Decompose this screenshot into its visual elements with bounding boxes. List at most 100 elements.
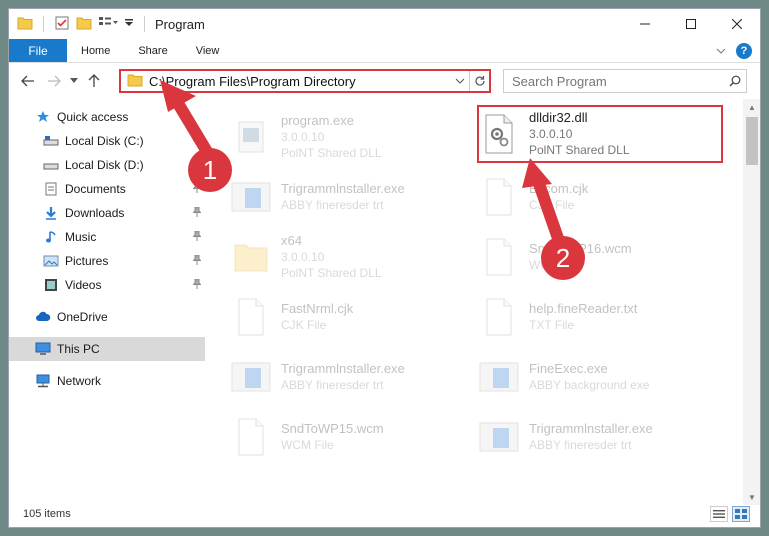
sidebar-item-onedrive[interactable]: OneDrive: [9, 305, 205, 329]
file-item-fineexec-exe[interactable]: FineExec.exe ABBY background exe: [479, 349, 719, 405]
file-item-bscom-cjk[interactable]: Bscom.cjk CJK File: [479, 169, 719, 225]
sidebar-item-quick-access[interactable]: Quick access: [9, 105, 205, 129]
file-name: dlldir32.dll: [529, 110, 588, 125]
sidebar-item-label: Music: [65, 230, 97, 244]
recent-locations-dropdown[interactable]: [67, 69, 81, 93]
toolbar-divider: [144, 16, 145, 32]
minimize-button[interactable]: [622, 9, 668, 39]
installer-icon: [231, 355, 271, 399]
exe-icon: [231, 115, 271, 159]
file-item-fastnrml-cjk[interactable]: FastNrml.cjk CJK File: [231, 289, 471, 345]
file-description: TXT File: [529, 318, 575, 332]
sidebar-item-this-pc[interactable]: This PC: [9, 337, 205, 361]
tiles-view-icon[interactable]: [732, 506, 750, 522]
file-description: PolNT Shared DLL: [281, 146, 382, 160]
file-name: FineExec.exe: [529, 361, 608, 376]
music-icon: [43, 229, 59, 245]
pin-icon[interactable]: [192, 230, 202, 244]
file-item-trigramm-installer[interactable]: Trigrammlnstaller.exe ABBY fineresder tr…: [231, 169, 471, 225]
file-name: Trigrammlnstaller.exe: [281, 181, 405, 196]
address-bar[interactable]: C:\Program Files\Program Directory: [119, 69, 491, 93]
pin-icon[interactable]: [192, 134, 202, 148]
file-item-trigramm-installer[interactable]: Trigrammlnstaller.exe ABBY fineresder tr…: [479, 409, 719, 465]
sidebar-item-videos[interactable]: Videos: [9, 273, 205, 297]
refresh-button[interactable]: [469, 71, 489, 91]
tab-home[interactable]: Home: [67, 39, 124, 62]
scroll-thumb[interactable]: [746, 117, 758, 165]
view-options-icon[interactable]: [98, 16, 118, 33]
sidebar-item-documents[interactable]: Documents: [9, 177, 205, 201]
sidebar-item-label: Quick access: [57, 110, 129, 124]
search-icon[interactable]: [724, 75, 746, 87]
file-item-dlldir32-dll[interactable]: dlldir32.dll 3.0.0.10 PolNT Shared DLL: [477, 105, 723, 163]
address-path[interactable]: C:\Program Files\Program Directory: [149, 74, 451, 89]
blank-file-icon: [479, 235, 519, 279]
vertical-scrollbar[interactable]: ▲ ▼: [743, 99, 760, 505]
computer-icon: [35, 341, 51, 357]
file-description: PolNT Shared DLL: [529, 143, 630, 157]
back-button[interactable]: [15, 69, 41, 93]
pin-icon[interactable]: [192, 206, 202, 220]
file-item-program-exe[interactable]: program.exe 3.0.0.10 PolNT Shared DLL: [231, 109, 471, 165]
downloads-icon: [43, 205, 59, 221]
dll-gear-icon: [479, 112, 519, 156]
file-description: WCM File: [281, 438, 334, 452]
installer-icon: [479, 355, 519, 399]
new-folder-icon[interactable]: [76, 16, 92, 33]
file-version: 3.0.0.10: [529, 127, 573, 141]
customize-toolbar-dropdown-icon[interactable]: [124, 17, 134, 31]
file-tab[interactable]: File: [9, 39, 67, 62]
file-item-trigramm-installer[interactable]: Trigrammlnstaller.exe ABBY fineresder tr…: [231, 349, 471, 405]
up-button[interactable]: [81, 69, 107, 93]
scroll-up-arrow-icon[interactable]: ▲: [743, 99, 760, 115]
sidebar-item-label: Documents: [65, 182, 126, 196]
sidebar-item-network[interactable]: Network: [9, 369, 205, 393]
properties-icon[interactable]: [54, 15, 70, 34]
quick-access-toolbar: [9, 15, 149, 34]
sidebar-item-pictures[interactable]: Pictures: [9, 249, 205, 273]
maximize-button[interactable]: [668, 9, 714, 39]
item-count: 105 items: [23, 508, 71, 520]
file-version: 3.0.0.10: [281, 130, 325, 144]
file-name: Bscom.cjk: [529, 181, 589, 196]
file-name: Trigrammlnstaller.exe: [529, 421, 653, 436]
file-item-help-finereader-txt[interactable]: help.fineReader.txt TXT File: [479, 289, 719, 345]
details-view-icon[interactable]: [710, 506, 728, 522]
sidebar-item-local-disk-c[interactable]: Local Disk (C:): [9, 129, 205, 153]
file-description: ABBY fineresder trt: [529, 438, 632, 452]
pin-icon[interactable]: [192, 254, 202, 268]
help-icon[interactable]: ?: [736, 42, 752, 59]
address-history-dropdown-icon[interactable]: [451, 75, 469, 87]
sidebar-item-downloads[interactable]: Downloads: [9, 201, 205, 225]
file-description: ABBY fineresder trt: [281, 198, 384, 212]
expand-ribbon-chevron-icon[interactable]: [716, 44, 726, 58]
folder-icon[interactable]: [17, 16, 33, 33]
close-button[interactable]: [714, 9, 760, 39]
search-box[interactable]: [503, 69, 747, 93]
star-icon: [35, 109, 51, 125]
file-item-sndtowp16-wcm[interactable]: SndToWP16.wcm WCM File: [479, 229, 719, 285]
videos-icon: [43, 277, 59, 293]
sidebar-item-music[interactable]: Music: [9, 225, 205, 249]
file-list: program.exe 3.0.0.10 PolNT Shared DLL dl…: [215, 99, 740, 499]
tab-view[interactable]: View: [182, 39, 234, 62]
network-icon: [35, 373, 51, 389]
file-name: Trigrammlnstaller.exe: [281, 361, 405, 376]
window-controls: [622, 9, 760, 39]
pin-icon[interactable]: [192, 278, 202, 292]
file-description: CJK File: [529, 198, 575, 212]
sidebar-item-label: Local Disk (D:): [65, 158, 144, 172]
ribbon-right-controls: ?: [716, 39, 760, 62]
ribbon-tabs: File Home Share View ?: [9, 39, 760, 63]
navigation-bar: C:\Program Files\Program Directory: [9, 67, 760, 95]
file-item-x64-folder[interactable]: x64 3.0.0.10 PolNT Shared DLL: [231, 229, 471, 285]
file-name: program.exe: [281, 113, 354, 128]
search-input[interactable]: [504, 71, 724, 91]
file-item-sndtowp15-wcm[interactable]: SndToWP15.wcm WCM File: [231, 409, 471, 465]
tab-share[interactable]: Share: [124, 39, 181, 62]
sidebar-item-local-disk-d[interactable]: Local Disk (D:): [9, 153, 205, 177]
sidebar-item-label: Network: [57, 374, 102, 388]
pictures-icon: [43, 253, 59, 269]
forward-button[interactable]: [41, 69, 67, 93]
file-name: x64: [281, 233, 302, 248]
